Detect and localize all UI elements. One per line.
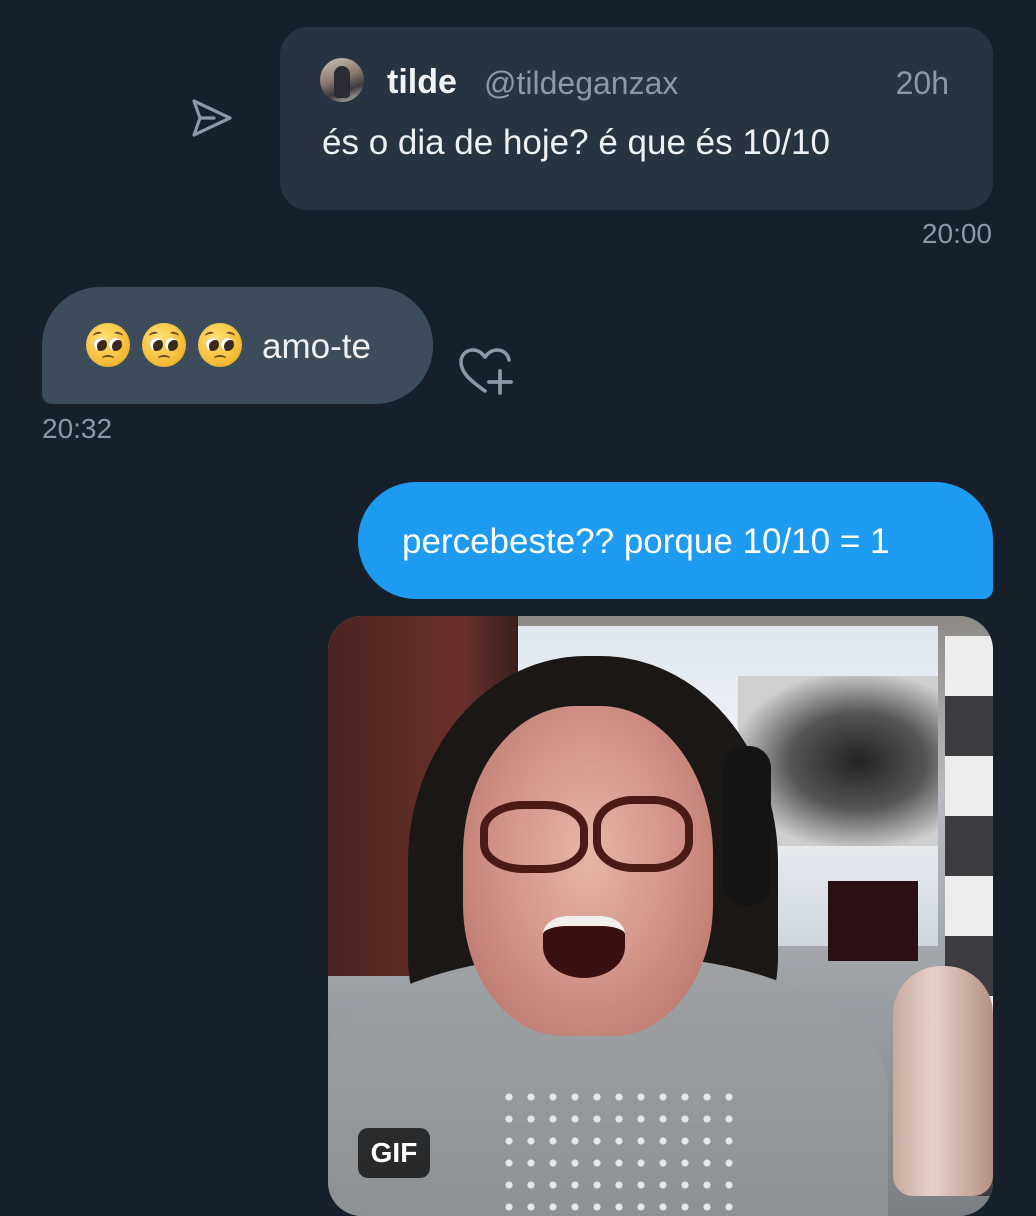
incoming-message-bubble[interactable]: amo-te [42,287,433,404]
gif-badge: GIF [358,1128,430,1178]
add-reaction-icon[interactable] [455,345,517,400]
gif-hoodie-pattern [498,1086,738,1216]
quoted-tweet-handle: @tildeganzax [484,65,679,101]
quoted-tweet-name: tilde [387,63,457,101]
avatar[interactable] [320,58,364,102]
gif-headset [723,746,771,906]
gif-person-face [463,706,713,1036]
outgoing-message-text: percebeste?? porque 10/10 = 1 [402,522,890,561]
outgoing-message-bubble[interactable]: percebeste?? porque 10/10 = 1 [358,482,993,599]
pleading-face-emoji [142,323,186,367]
gif-person-mouth [543,916,625,978]
incoming-message-text: amo-te [262,327,371,366]
gif-glasses [480,801,588,873]
gif-microphone [893,966,993,1196]
message-timestamp: 20:32 [42,413,113,444]
gif-shelf-box [828,881,918,961]
quoted-tweet-card[interactable]: tilde @tildeganzax 20h és o dia de hoje?… [280,27,993,210]
message-timestamp: 20:00 [921,218,992,249]
quoted-tweet-time: 20h [895,65,949,101]
quoted-tweet-text: és o dia de hoje? é que és 10/10 [322,123,830,162]
pleading-face-emoji [86,323,130,367]
pleading-face-emoji [198,323,242,367]
share-icon[interactable] [186,93,236,143]
gif-glasses [593,796,693,872]
gif-media[interactable]: GIF [328,616,993,1216]
